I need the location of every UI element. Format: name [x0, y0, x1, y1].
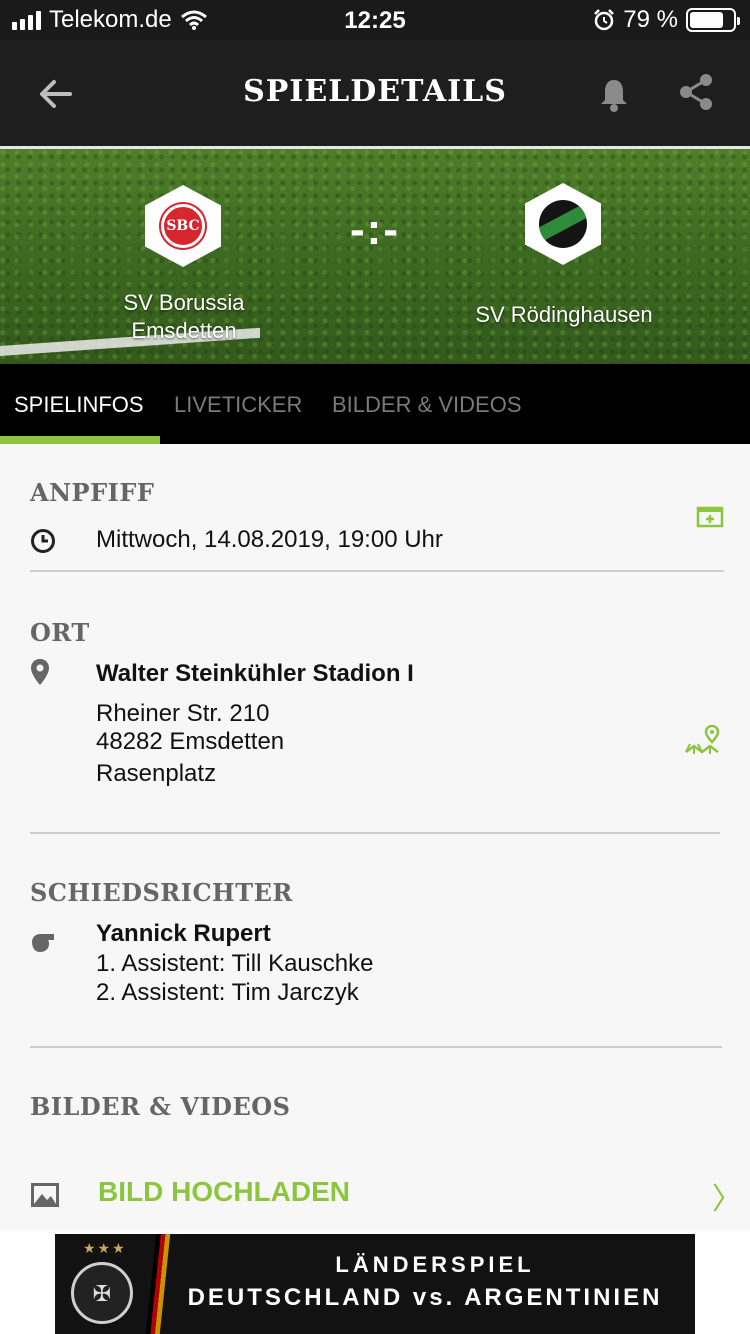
map-route-icon[interactable]: [684, 724, 722, 758]
ad-subline: DEUTSCHLAND vs. ARGENTINIEN: [187, 1284, 663, 1311]
match-header: SBC -:- SV Borussia Emsdetten SV Rödingh…: [0, 146, 750, 364]
stadium-name: Walter Steinkühler Stadion I: [96, 660, 414, 687]
chevron-right-icon[interactable]: 〉: [712, 1174, 742, 1218]
clock-icon: [31, 529, 55, 553]
battery-icon: [686, 8, 740, 32]
whistle-icon: [32, 934, 54, 952]
assistant-1: 1. Assistent: Till Kauschke: [96, 950, 374, 977]
stars-icon: ★★★: [83, 1240, 127, 1256]
ad-container: ★★★ ✠ LÄNDERSPIEL DEUTSCHLAND vs. ARGENT…: [0, 1230, 750, 1334]
ad-headline: LÄNDERSPIEL: [335, 1252, 535, 1277]
stadium-street: Rheiner Str. 210: [96, 700, 270, 727]
referee-name: Yannick Rupert: [96, 920, 271, 947]
eagle-glyph: ✠: [92, 1281, 112, 1306]
divider: [30, 570, 724, 572]
tab-bilder-videos[interactable]: BILDER & VIDEOS: [332, 392, 522, 418]
referee-section-title: SCHIEDSRICHTER: [30, 878, 293, 907]
dfb-eagle-icon: ✠: [71, 1262, 133, 1324]
status-bar: Telekom.de 12:25 79 %: [0, 0, 750, 40]
assistant-2: 2. Assistent: Tim Jarczyk: [96, 979, 359, 1006]
media-section-title: BILDER & VIDEOS: [30, 1092, 291, 1121]
away-team-crest: [539, 200, 587, 248]
kickoff-datetime: Mittwoch, 14.08.2019, 19:00 Uhr: [96, 526, 443, 553]
tab-spielinfos[interactable]: SPIELINFOS: [14, 392, 144, 418]
flag-stripe: [145, 1234, 171, 1334]
bell-icon[interactable]: [598, 74, 630, 114]
alarm-icon: [594, 9, 615, 31]
home-team-name[interactable]: SV Borussia Emsdetten: [84, 289, 284, 345]
app-header: SPIELDETAILS: [0, 40, 750, 146]
pitch-surface: Rasenplatz: [96, 760, 217, 787]
battery-percent: 79 %: [623, 6, 678, 33]
stadium-city: 48282 Emsdetten: [96, 728, 285, 755]
location-pin-icon: [31, 659, 49, 685]
kickoff-section-title: ANPFIFF: [30, 478, 155, 507]
active-tab-indicator: [0, 436, 160, 444]
away-team-name[interactable]: SV Rödinghausen: [444, 301, 684, 329]
match-info-content: ANPFIFF Mittwoch, 14.08.2019, 19:00 Uhr …: [0, 444, 750, 1230]
divider: [30, 1046, 722, 1048]
page-title: SPIELDETAILS: [243, 74, 507, 109]
tab-bar: SPIELINFOS LIVETICKER BILDER & VIDEOS: [0, 364, 750, 444]
ad-banner[interactable]: ★★★ ✠ LÄNDERSPIEL DEUTSCHLAND vs. ARGENT…: [55, 1234, 695, 1334]
tab-liveticker[interactable]: LIVETICKER: [174, 392, 302, 418]
add-to-calendar-icon[interactable]: [696, 504, 724, 528]
match-score: -:-: [350, 205, 400, 254]
divider: [30, 832, 720, 834]
location-section-title: ORT: [30, 618, 90, 647]
upload-image-button[interactable]: BILD HOCHLADEN: [98, 1176, 350, 1208]
image-icon: [31, 1183, 59, 1207]
share-icon[interactable]: [676, 72, 716, 112]
